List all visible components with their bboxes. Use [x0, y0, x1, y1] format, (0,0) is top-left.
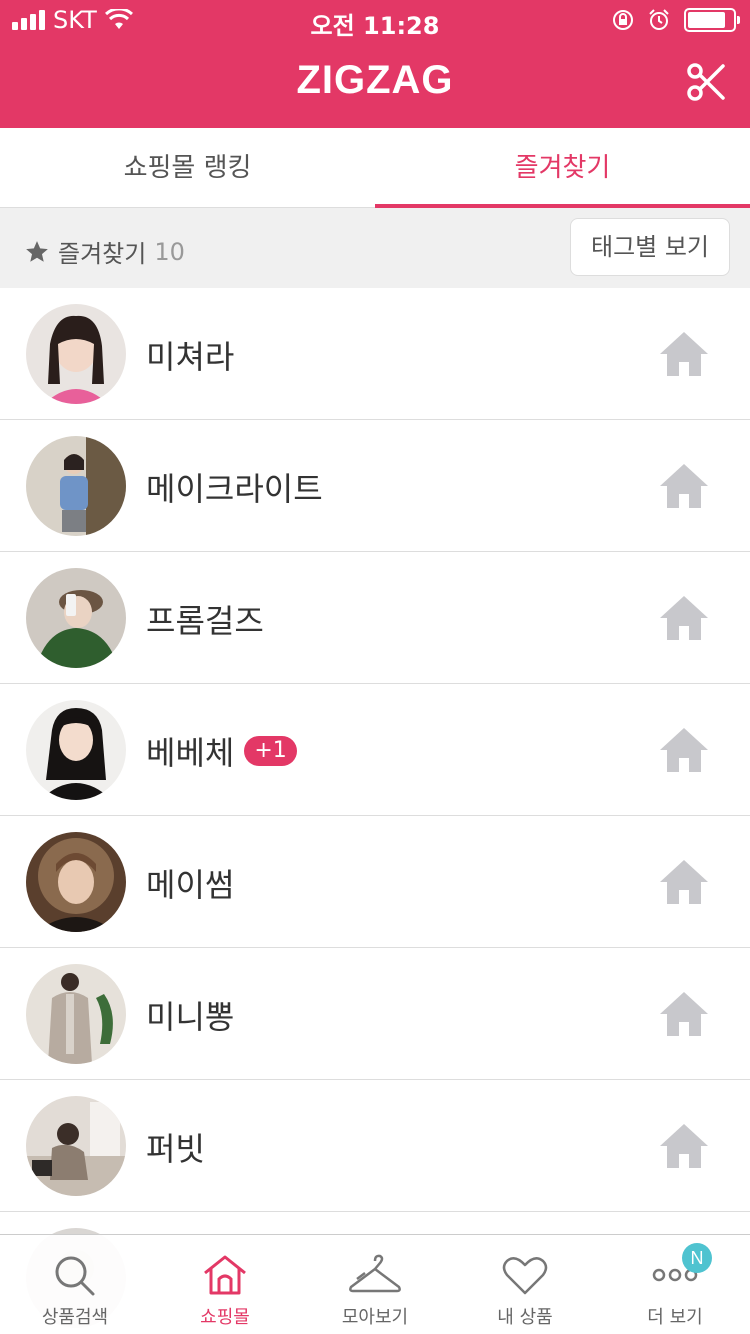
- shop-avatar: [26, 304, 126, 404]
- bottom-nav: 상품검색 쇼핑몰 모아보기 내 상품 더 보기 N: [0, 1234, 750, 1334]
- shop-name: 퍼빗: [146, 1124, 205, 1170]
- shop-name-text: 미쳐라: [146, 338, 235, 376]
- shop-avatar: [26, 436, 126, 536]
- shop-avatar: [26, 1096, 126, 1196]
- favorites-count: 10: [154, 237, 185, 266]
- search-icon: [55, 1256, 95, 1296]
- shop-name: 미니뽕: [146, 992, 234, 1038]
- nav-search[interactable]: 상품검색: [0, 1235, 150, 1334]
- shop-avatar: [26, 964, 126, 1064]
- app-header: SKT 오전 11:28 ZIGZAG: [0, 0, 750, 128]
- shop-row[interactable]: 베베체 +1: [0, 684, 750, 816]
- star-icon: [26, 240, 48, 262]
- shop-name-text: 프롬걸즈: [146, 602, 264, 640]
- shop-row[interactable]: 메이썸: [0, 816, 750, 948]
- shop-name-text: 메이크라이트: [146, 470, 323, 508]
- shop-avatar: [26, 832, 126, 932]
- nav-label: 쇼핑몰: [200, 1307, 250, 1328]
- new-badge: N: [682, 1243, 712, 1273]
- carrier-label: SKT: [53, 6, 97, 34]
- tab-favorites[interactable]: 즐겨찾기: [375, 128, 750, 208]
- home-icon[interactable]: [658, 724, 710, 776]
- nav-label: 상품검색: [41, 1307, 109, 1328]
- home-icon: [204, 1255, 246, 1295]
- nav-label: 더 보기: [647, 1307, 703, 1328]
- nav-shopping-mall[interactable]: 쇼핑몰: [150, 1235, 300, 1334]
- status-left: SKT: [12, 6, 133, 34]
- shop-name: 미쳐라: [146, 332, 234, 378]
- shop-row[interactable]: 미니뽕: [0, 948, 750, 1080]
- shop-list: 미쳐라 메이크라이트 프롬걸즈 베베체 +1 메이썸 미니뽕 퍼빗: [0, 288, 750, 1334]
- shop-row[interactable]: 미쳐라: [0, 288, 750, 420]
- shop-row[interactable]: 메이크라이트: [0, 420, 750, 552]
- favorites-label: 즐겨찾기: [58, 240, 147, 268]
- new-count-badge: +1: [244, 736, 297, 766]
- tab-bar: 쇼핑몰 랭킹 즐겨찾기: [0, 128, 750, 208]
- home-icon[interactable]: [658, 460, 710, 512]
- scissors-icon[interactable]: [686, 62, 726, 102]
- shop-name-text: 미니뽕: [146, 998, 235, 1036]
- favorites-heading: 즐겨찾기 10: [24, 234, 185, 269]
- shop-name: 베베체 +1: [146, 728, 297, 774]
- wifi-icon: [104, 9, 133, 29]
- shop-avatar: [26, 568, 126, 668]
- hanger-icon: [349, 1254, 401, 1293]
- heart-icon: [502, 1257, 548, 1295]
- tab-shop-ranking[interactable]: 쇼핑몰 랭킹: [0, 128, 375, 207]
- signal-icon: [12, 10, 45, 30]
- nav-label: 내 상품: [497, 1307, 553, 1328]
- home-icon[interactable]: [658, 592, 710, 644]
- status-bar: SKT 오전 11:28: [0, 0, 750, 40]
- shop-name-text: 베베체: [146, 734, 235, 772]
- tag-view-button[interactable]: 태그별 보기: [570, 218, 730, 276]
- shop-row[interactable]: 퍼빗: [0, 1080, 750, 1212]
- app-logo: ZIGZAG: [296, 58, 454, 102]
- nav-label: 모아보기: [341, 1307, 409, 1328]
- shop-avatar: [26, 700, 126, 800]
- shop-name-text: 퍼빗: [146, 1130, 205, 1168]
- shop-row[interactable]: 프롬걸즈: [0, 552, 750, 684]
- rotation-lock-icon: [613, 10, 633, 30]
- shop-name: 프롬걸즈: [146, 596, 264, 642]
- home-icon[interactable]: [658, 988, 710, 1040]
- favorites-bar: 즐겨찾기 10 태그별 보기: [0, 208, 750, 288]
- shop-name: 메이크라이트: [146, 464, 323, 510]
- nav-collection[interactable]: 모아보기: [300, 1235, 450, 1334]
- home-icon[interactable]: [658, 328, 710, 380]
- home-icon[interactable]: [658, 1120, 710, 1172]
- battery-icon: [684, 8, 740, 32]
- home-icon[interactable]: [658, 856, 710, 908]
- nav-more[interactable]: 더 보기 N: [600, 1235, 750, 1334]
- status-right: [612, 8, 740, 32]
- alarm-icon: [649, 9, 669, 30]
- shop-name: 메이썸: [146, 860, 234, 906]
- nav-my-items[interactable]: 내 상품: [450, 1235, 600, 1334]
- shop-name-text: 메이썸: [146, 866, 235, 904]
